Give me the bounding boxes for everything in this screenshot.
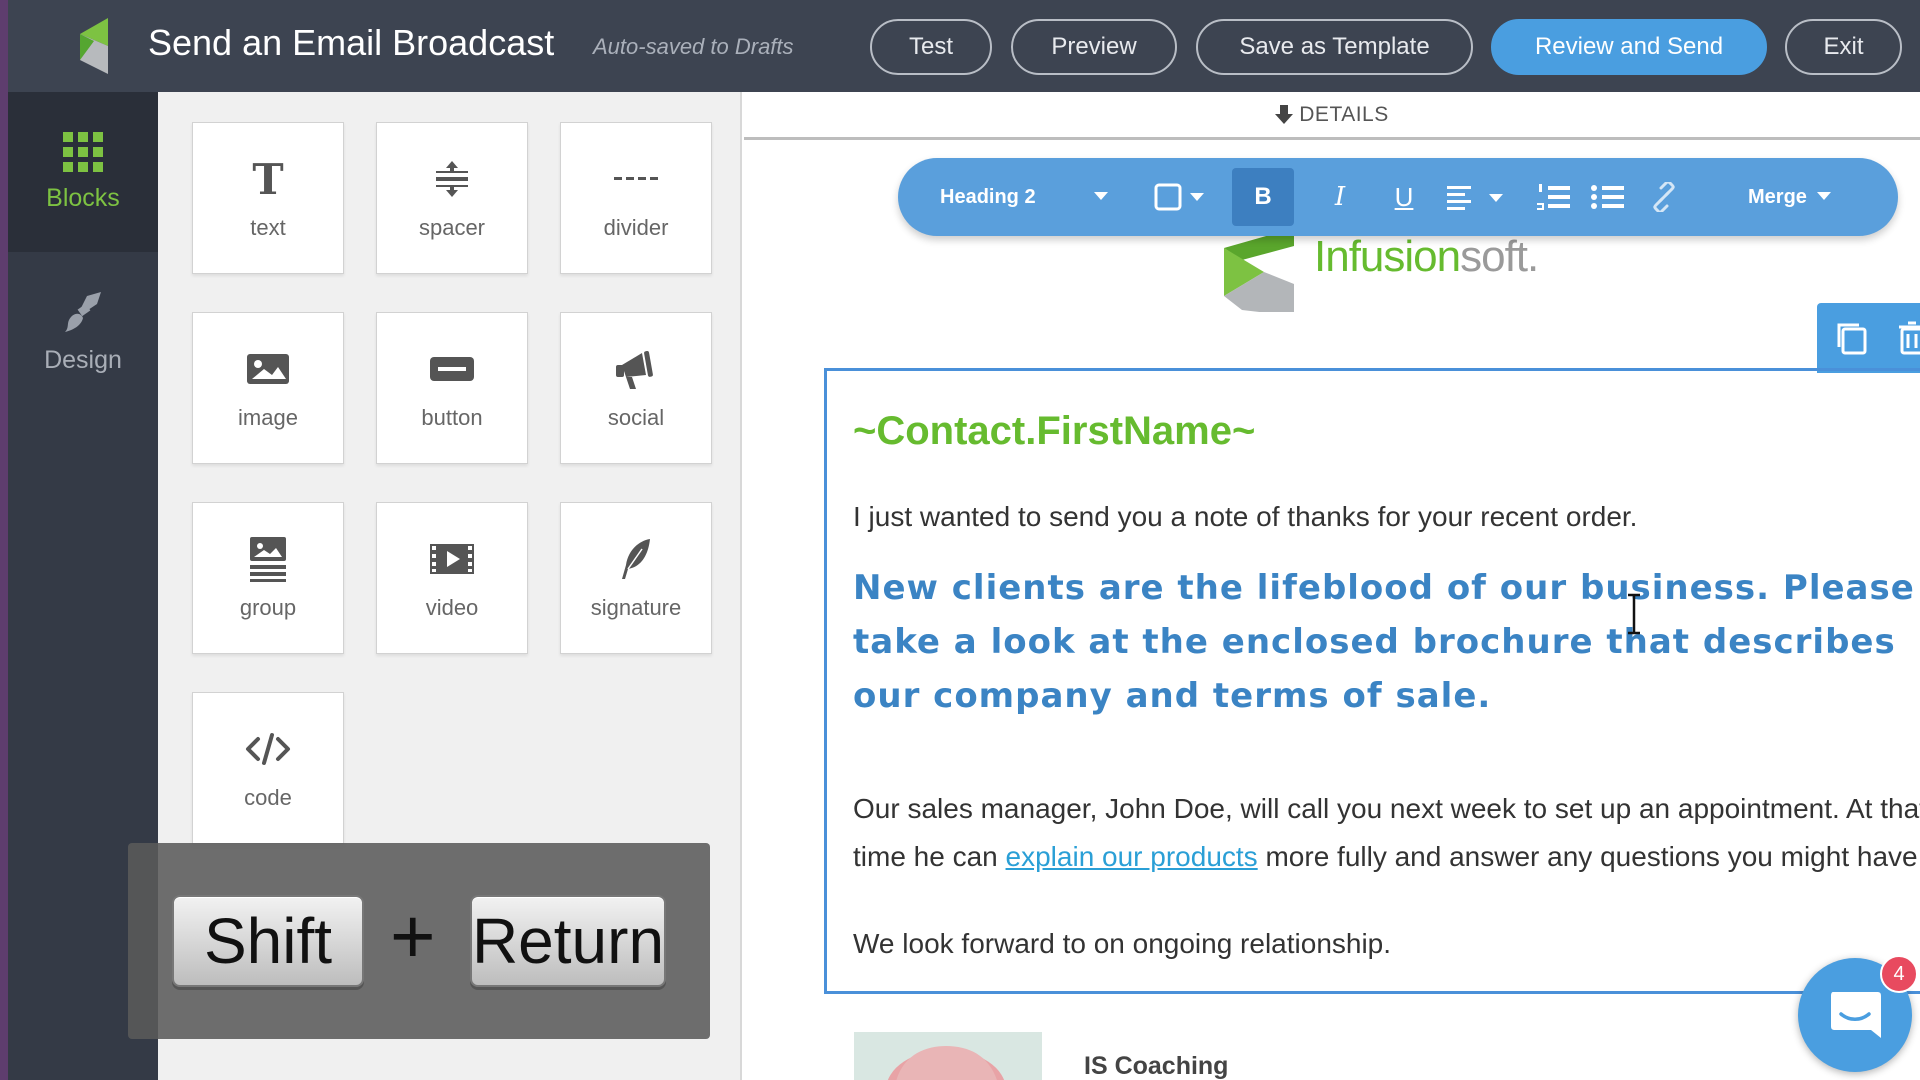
block-label: signature (590, 595, 682, 620)
explain-products-link[interactable]: explain our products (1006, 841, 1258, 872)
align-select[interactable] (1442, 168, 1514, 226)
block-divider[interactable]: divider (560, 122, 712, 274)
test-button[interactable]: Test (870, 19, 992, 75)
italic-button[interactable]: I (1314, 168, 1366, 226)
block-label: text (250, 215, 286, 240)
bold-button[interactable]: B (1232, 168, 1294, 226)
block-label: spacer (418, 215, 486, 240)
color-swatch-icon (1154, 183, 1204, 211)
block-actions (1817, 303, 1920, 373)
code-icon (246, 733, 290, 765)
notification-badge: 4 (1880, 955, 1918, 993)
rail-item-blocks[interactable]: Blocks (8, 92, 158, 252)
video-icon (430, 544, 474, 574)
autosave-status: Auto-saved to Drafts (593, 34, 794, 59)
keyboard-shortcut-overlay: Shift + Return (128, 843, 710, 1039)
megaphone-icon (616, 350, 653, 389)
paragraph-text: more fully and answer any questions you … (1257, 841, 1920, 872)
shift-key: Shift (172, 895, 364, 987)
underline-button[interactable]: U (1378, 168, 1430, 226)
block-style-select[interactable]: Heading 2 (940, 168, 1100, 226)
button-icon (430, 357, 474, 381)
copy-icon[interactable] (1835, 321, 1869, 357)
trash-icon[interactable] (1897, 321, 1920, 355)
block-code[interactable]: code (192, 692, 344, 844)
bullet-list-button[interactable] (1582, 168, 1634, 226)
block-group[interactable]: group (192, 502, 344, 654)
text-icon: T (252, 154, 284, 204)
numbered-list-icon (1537, 184, 1570, 210)
signature-photo (854, 1032, 1042, 1080)
block-label: video (425, 595, 479, 620)
signature-block[interactable]: IS Coaching (854, 1032, 1354, 1080)
block-label: button (421, 405, 483, 430)
paragraph-closing[interactable]: We look forward to on ongoing relationsh… (853, 920, 1920, 968)
block-label: code (244, 785, 292, 810)
i-beam-cursor-icon (1628, 593, 1640, 635)
block-spacer[interactable]: spacer (376, 122, 528, 274)
grid-icon (63, 131, 103, 172)
paragraph-sales[interactable]: Our sales manager, John Doe, will call y… (853, 785, 1920, 881)
text-color-picker[interactable] (1150, 168, 1210, 226)
block-button[interactable]: button (376, 312, 528, 464)
exit-button[interactable]: Exit (1785, 19, 1902, 75)
preview-button[interactable]: Preview (1011, 19, 1177, 75)
block-social[interactable]: social (560, 312, 712, 464)
details-label: DETAILS (1299, 102, 1389, 126)
page-title: Send an Email Broadcast (148, 22, 555, 63)
signature-name: IS Coaching (1084, 1052, 1229, 1080)
feather-icon (622, 539, 650, 579)
details-toggle[interactable]: DETAILS (744, 92, 1920, 140)
email-editor: DETAILS Infusionsoft. Heading 2 B I U Me… (744, 92, 1920, 1080)
paragraph-thanks[interactable]: I just wanted to send you a note of than… (853, 493, 1920, 541)
group-icon (250, 537, 286, 582)
brand-wordmark: Infusionsoft. (1314, 232, 1539, 282)
arrow-down-icon (1275, 104, 1294, 124)
block-label: social (607, 405, 665, 430)
spacer-icon (436, 161, 468, 197)
top-bar: Send an Email Broadcast Auto-saved to Dr… (0, 0, 1920, 92)
block-style-value: Heading 2 (940, 185, 1036, 208)
rail-label-design: Design (44, 345, 122, 374)
return-key: Return (470, 895, 666, 987)
chevron-down-icon[interactable] (1094, 192, 1108, 202)
block-image[interactable]: image (192, 312, 344, 464)
link-icon (1653, 182, 1675, 212)
rail-label-blocks: Blocks (46, 183, 120, 212)
selected-text-block[interactable]: ~Contact.FirstName~ I just wanted to sen… (824, 368, 1920, 994)
formatting-toolbar: Heading 2 B I U Merge (898, 158, 1898, 236)
block-video[interactable]: video (376, 502, 528, 654)
merge-fields-button[interactable]: Merge (1748, 168, 1848, 226)
paintbrush-icon (65, 291, 101, 332)
chat-icon (1831, 992, 1881, 1038)
brand-part1: Infusion (1314, 232, 1461, 281)
chevron-down-icon (1816, 192, 1831, 200)
align-left-icon (1447, 186, 1503, 210)
image-icon (247, 354, 289, 384)
bullet-list-icon (1591, 185, 1624, 209)
merge-field-greeting[interactable]: ~Contact.FirstName~ (853, 409, 1255, 454)
save-as-template-button[interactable]: Save as Template (1196, 19, 1473, 75)
block-label: group (239, 595, 297, 620)
rail-item-design[interactable]: Design (8, 252, 158, 412)
infusionsoft-logo-icon (80, 18, 108, 74)
block-text[interactable]: T text (192, 122, 344, 274)
brand-part2: soft. (1460, 232, 1539, 281)
block-label: image (238, 405, 298, 430)
heading-2-text[interactable]: New clients are the lifeblood of our bus… (853, 561, 1920, 723)
divider-icon (614, 177, 658, 180)
plus-sign: + (390, 892, 436, 980)
numbered-list-button[interactable] (1528, 168, 1580, 226)
review-and-send-button[interactable]: Review and Send (1491, 19, 1767, 75)
merge-label: Merge (1748, 185, 1807, 208)
block-label: divider (603, 215, 669, 240)
block-signature[interactable]: signature (560, 502, 712, 654)
link-button[interactable] (1638, 168, 1690, 226)
avatar (854, 1032, 1042, 1080)
